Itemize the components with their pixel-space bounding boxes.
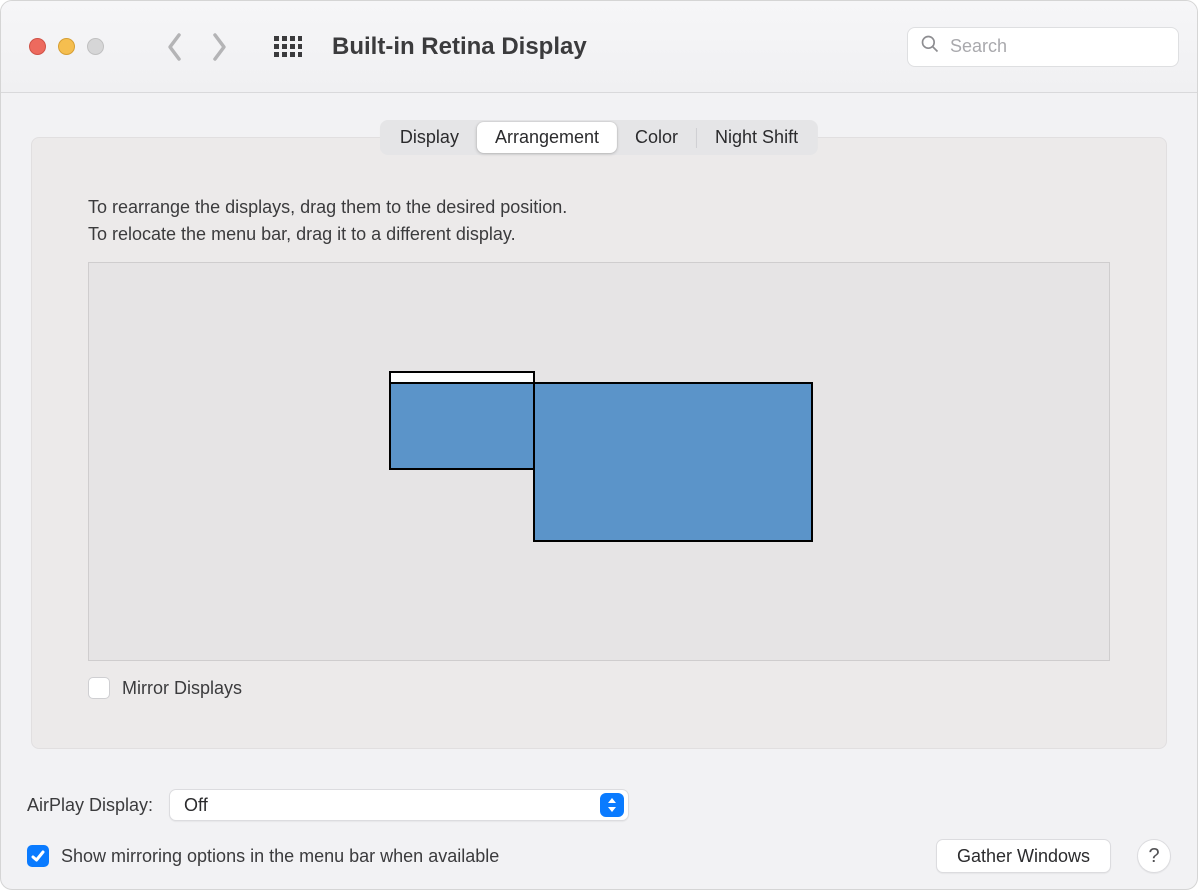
tab-bar: Display Arrangement Color Night Shift <box>380 120 818 155</box>
mirror-displays-label: Mirror Displays <box>122 678 242 699</box>
arrangement-panel: To rearrange the displays, drag them to … <box>31 137 1167 749</box>
show-mirroring-label: Show mirroring options in the menu bar w… <box>61 846 499 867</box>
airplay-value: Off <box>184 795 208 816</box>
window-body: Display Arrangement Color Night Shift To… <box>1 93 1197 889</box>
tab-night-shift[interactable]: Night Shift <box>697 122 816 153</box>
display-primary[interactable] <box>389 382 535 470</box>
minimize-button[interactable] <box>58 38 75 55</box>
display-secondary[interactable] <box>533 382 813 542</box>
search-icon <box>920 34 940 59</box>
search-field[interactable] <box>907 27 1179 67</box>
mirror-displays-row: Mirror Displays <box>88 677 1110 699</box>
display-arrangement-area[interactable] <box>88 262 1110 661</box>
instructions: To rearrange the displays, drag them to … <box>88 194 1110 248</box>
airplay-label: AirPlay Display: <box>27 795 153 816</box>
tab-color[interactable]: Color <box>617 122 696 153</box>
menu-bar-handle[interactable] <box>389 371 535 384</box>
close-button[interactable] <box>29 38 46 55</box>
preferences-window: Built-in Retina Display Display Arrangem… <box>0 0 1198 890</box>
tab-display[interactable]: Display <box>382 122 477 153</box>
select-stepper-icon <box>600 793 624 817</box>
nav-buttons <box>166 32 228 62</box>
instructions-line-2: To relocate the menu bar, drag it to a d… <box>88 221 1110 248</box>
bottom-controls: AirPlay Display: Off Show mirroring opti… <box>27 789 1171 873</box>
airplay-row: AirPlay Display: Off <box>27 789 1171 821</box>
search-input[interactable] <box>948 35 1166 58</box>
gather-windows-button[interactable]: Gather Windows <box>936 839 1111 873</box>
final-row: Show mirroring options in the menu bar w… <box>27 839 1171 873</box>
show-all-icon[interactable] <box>274 36 302 58</box>
zoom-button[interactable] <box>87 38 104 55</box>
window-title: Built-in Retina Display <box>332 33 587 61</box>
mirror-displays-checkbox[interactable] <box>88 677 110 699</box>
titlebar: Built-in Retina Display <box>1 1 1197 93</box>
forward-button[interactable] <box>210 32 228 62</box>
help-button[interactable]: ? <box>1137 839 1171 873</box>
show-mirroring-checkbox[interactable] <box>27 845 49 867</box>
instructions-line-1: To rearrange the displays, drag them to … <box>88 194 1110 221</box>
back-button[interactable] <box>166 32 184 62</box>
window-controls <box>29 38 104 55</box>
tab-arrangement[interactable]: Arrangement <box>477 122 617 153</box>
airplay-select[interactable]: Off <box>169 789 629 821</box>
